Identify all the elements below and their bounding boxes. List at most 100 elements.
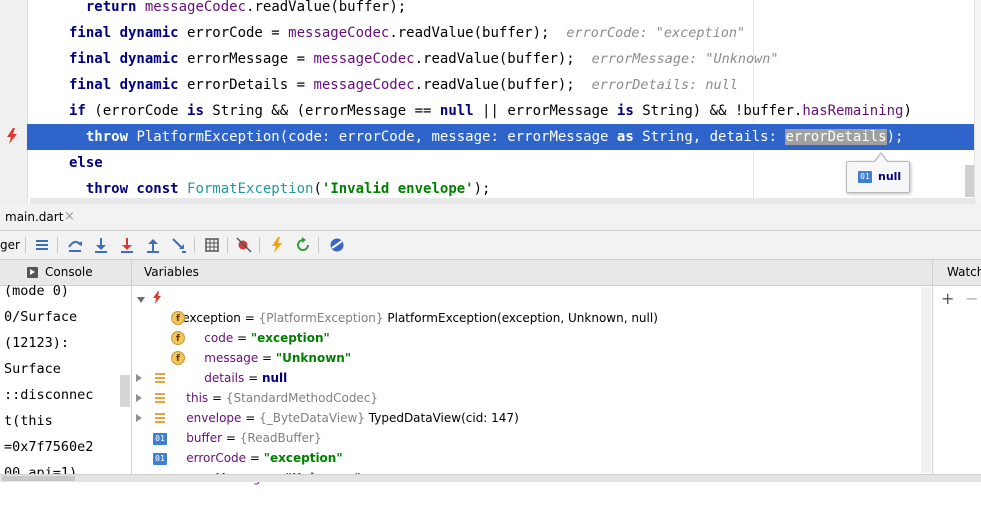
expand-arrow-icon[interactable] [136,414,142,422]
variable-row-code[interactable]: code = "exception" [189,308,330,345]
editor-vertical-scrollbar[interactable] [974,0,981,204]
run-to-cursor-icon[interactable] [170,236,188,254]
lightning-icon[interactable] [268,236,286,254]
bottom-scroll-thumb[interactable] [2,476,75,481]
step-out-icon[interactable] [144,236,162,254]
variable-row-message[interactable]: message = "Unknown" [189,328,351,365]
tab-variables[interactable]: Variables [144,260,199,285]
editor-gutter[interactable] [0,0,28,204]
console-line: (12123): [4,335,70,351]
step-into-icon[interactable] [92,236,110,254]
code-editor[interactable]: return messageCodec.readValue(buffer); fi… [0,0,981,204]
code-line[interactable]: final dynamic errorMessage = messageCode… [27,46,974,72]
code-token: hasRemaining [802,103,904,119]
step-over-icon[interactable] [66,236,84,254]
code-token: errorDetails = [178,77,314,93]
code-token: errorDetails: null [591,77,738,93]
breakpoint-lightning-icon[interactable] [4,128,20,144]
console-line: 00 api=1) [4,465,78,481]
stack-icon [155,413,165,425]
variable-row-exception[interactable]: exception = {PlatformException} Platform… [167,288,658,325]
code-token: final dynamic [69,25,179,41]
lightning-icon [153,291,161,304]
code-token: as [616,129,634,145]
code-token: .readValue(buffer); [414,51,592,67]
toolbar-separator [259,237,260,253]
debugger-tab-label[interactable]: ger [0,231,20,259]
tab-watches[interactable]: Watches [947,260,981,285]
code-line-current-execution[interactable]: throw PlatformException(code: errorCode,… [27,124,974,150]
field-icon: f [171,311,185,325]
code-line[interactable]: else [27,150,974,176]
code-token: (errorCode [85,103,188,119]
console-line: (mode 0) [4,283,70,299]
variables-panel: Variables exception = {PlatformException… [132,260,932,485]
expand-arrow-icon[interactable] [136,374,142,382]
editor-tab-strip: main.dart × [0,204,981,231]
editor-scroll-thumb[interactable] [965,165,974,197]
code-token: errorCode = [178,25,289,41]
mute-breakpoints-icon[interactable] [235,236,253,254]
tooltip-value: null [878,170,902,183]
console-scroll-thumb[interactable] [120,375,130,407]
variables-header: Variables [132,260,932,286]
toolbar-separator [194,237,195,253]
variable-row-errormessage[interactable]: errorMessage = "Unknown" [171,448,361,485]
code-token: throw [85,129,129,145]
file-tab-main-dart[interactable]: main.dart [0,204,63,230]
variable-row-buffer[interactable]: buffer = {ReadBuffer} [171,408,321,445]
remove-watch-button[interactable]: − [965,289,978,308]
code-line-text: final dynamic errorDetails = messageCode… [69,72,738,98]
variables-scrollbar[interactable] [921,287,931,473]
value-tooltip: 01 null [846,161,910,193]
force-step-into-icon[interactable] [118,236,136,254]
variable-row-envelope[interactable]: envelope = {_ByteDataView} TypedDataView… [171,388,518,425]
code-token: errorCode: "exception" [566,25,746,41]
code-token: .readValue(buffer); [389,25,567,41]
code-token: return [85,0,137,15]
console-line: ::disconnec [4,387,94,403]
watches-panel: Watches + − [932,260,981,474]
code-line-text: if (errorCode is String && (errorMessage… [69,98,912,124]
code-token: messageCodec [313,51,415,67]
code-token: 'Invalid envelope' [321,181,474,197]
code-token: ( [313,181,322,197]
console-line: =0x7f7560e2 [4,439,94,455]
flutter-icon[interactable] [328,236,346,254]
expand-arrow-icon[interactable] [136,394,142,402]
code-line-text: throw PlatformException(code: errorCode,… [69,124,903,150]
code-token: || errorMessage [473,103,617,119]
code-token: ) [903,103,912,119]
code-token: errorMessage: "Unknown" [591,51,779,67]
code-token: messageCodec [288,25,390,41]
toolbar-separator [57,237,58,253]
code-token: String && (errorMessage == [203,103,440,119]
code-line[interactable]: return messageCodec.readValue(buffer); [27,0,974,20]
collapse-arrow-icon[interactable] [137,297,145,303]
evaluate-icon[interactable] [203,236,221,254]
code-token: final dynamic [69,51,179,67]
show-execution-point-icon[interactable] [33,236,51,254]
console-line: t(this [4,413,53,429]
code-line[interactable]: if (errorCode is String && (errorMessage… [27,98,974,124]
tooltip-arrow-fill [875,154,887,162]
field-icon: f [171,351,185,365]
value-01-icon: 01 [153,453,167,465]
code-line-text: final dynamic errorCode = messageCodec.r… [69,20,745,46]
code-token: messageCodec [144,0,247,15]
variable-row-this[interactable]: this = {StandardMethodCodec} [171,368,378,405]
reload-icon[interactable] [294,236,312,254]
code-token: else [69,155,103,171]
code-line[interactable]: final dynamic errorCode = messageCodec.r… [27,20,974,46]
close-icon[interactable]: × [64,204,75,230]
code-token: String) && !buffer. [633,103,803,119]
code-token: null [439,103,474,119]
code-line[interactable]: final dynamic errorDetails = messageCode… [27,72,974,98]
variable-row-details[interactable]: details = null [189,348,287,385]
variable-row-errorcode[interactable]: errorCode = "exception" [171,428,342,465]
console-line: Surface [4,361,61,377]
add-watch-button[interactable]: + [941,289,954,308]
